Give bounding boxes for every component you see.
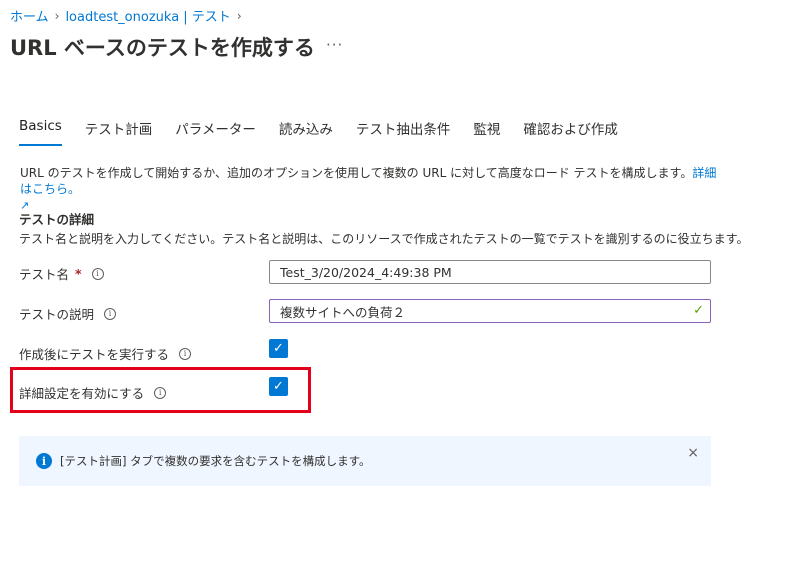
info-message-bar: i [テスト計画] タブで複数の要求を含むテストを構成します。 ×	[19, 436, 711, 486]
test-desc-value: 複数サイトへの負荷２	[280, 304, 406, 320]
test-name-label: テスト名	[19, 267, 70, 282]
intro-text-block: URL のテストを作成して開始するか、追加のオプションを使用して複数の URL …	[20, 165, 720, 214]
close-icon[interactable]: ×	[687, 445, 699, 461]
info-icon[interactable]: i	[179, 347, 192, 360]
tab-bar: Basics テスト計画 パラメーター 読み込み テスト抽出条件 監視 確認およ…	[19, 116, 641, 146]
test-desc-label-row: テストの説明 i	[19, 304, 117, 323]
more-options-button[interactable]: ···	[326, 36, 343, 54]
tab-load[interactable]: 読み込み	[279, 116, 333, 146]
highlight-annotation-box	[10, 367, 311, 413]
tab-parameters[interactable]: パラメーター	[175, 116, 256, 146]
page-title: URL ベースのテストを作成する	[10, 36, 315, 60]
run-after-create-checkbox[interactable]: ✓	[269, 339, 288, 358]
checkmark-icon: ✓	[273, 341, 284, 356]
test-name-input[interactable]: Test_3/20/2024_4:49:38 PM	[269, 260, 711, 284]
info-icon[interactable]: i	[91, 267, 104, 280]
info-circle-icon: i	[36, 453, 52, 469]
run-after-label-row: 作成後にテストを実行する i	[19, 344, 192, 363]
tab-test-criteria[interactable]: テスト抽出条件	[356, 116, 451, 146]
run-after-create-label: 作成後にテストを実行する	[19, 347, 170, 362]
breadcrumb: ホーム › loadtest_onozuka | テスト ›	[10, 6, 242, 26]
test-name-value: Test_3/20/2024_4:49:38 PM	[280, 264, 452, 280]
tab-basics[interactable]: Basics	[19, 116, 62, 146]
valid-check-icon: ✓	[693, 303, 704, 318]
test-description-input[interactable]: 複数サイトへの負荷２ ✓	[269, 299, 711, 323]
breadcrumb-home-link[interactable]: ホーム	[10, 6, 49, 25]
section-title: テストの詳細	[19, 212, 95, 227]
info-icon[interactable]: i	[104, 307, 117, 320]
breadcrumb-chevron-icon: ›	[54, 8, 60, 23]
test-name-label-row: テスト名 * i	[19, 264, 104, 283]
section-description: テスト名と説明を入力してください。テスト名と説明は、このリソースで作成されたテス…	[19, 232, 749, 246]
breadcrumb-chevron-icon: ›	[236, 8, 242, 23]
intro-text: URL のテストを作成して開始するか、追加のオプションを使用して複数の URL …	[20, 166, 693, 180]
tab-test-plan[interactable]: テスト計画	[85, 116, 153, 146]
test-desc-label: テストの説明	[19, 307, 95, 322]
breadcrumb-resource-link[interactable]: loadtest_onozuka | テスト	[65, 6, 230, 25]
tab-monitoring[interactable]: 監視	[473, 116, 500, 146]
info-message-text: [テスト計画] タブで複数の要求を含むテストを構成します。	[60, 454, 371, 468]
tab-review-create[interactable]: 確認および作成	[523, 116, 618, 146]
required-indicator: *	[75, 266, 82, 281]
